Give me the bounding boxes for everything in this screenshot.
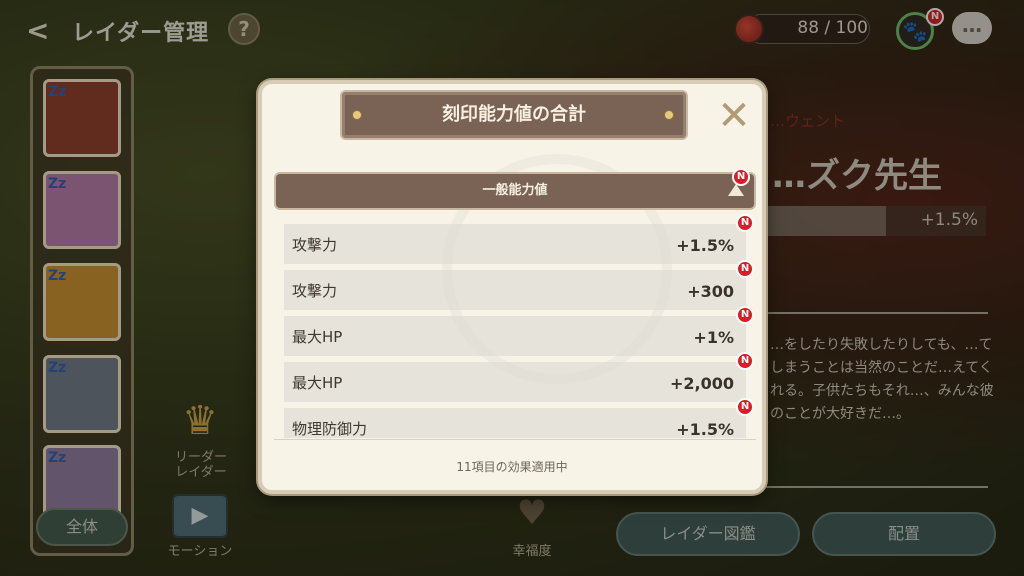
stat-row: 攻撃力 +1.5% bbox=[284, 224, 746, 264]
footer-divider bbox=[274, 439, 756, 440]
new-badge: N bbox=[736, 398, 754, 416]
effects-applied-count: 11項目の効果適用中 bbox=[456, 460, 568, 474]
stat-value: +1.5% bbox=[676, 236, 734, 255]
close-icon[interactable]: ✕ bbox=[714, 96, 754, 136]
stat-value: +2,000 bbox=[669, 374, 734, 393]
new-badge: N bbox=[732, 168, 750, 186]
section-title: 一般能力値 bbox=[482, 183, 548, 198]
stat-value: +300 bbox=[687, 282, 734, 301]
stat-row: 最大HP +1% bbox=[284, 316, 746, 356]
stat-name: 物理防御力 bbox=[292, 420, 368, 438]
stats-list[interactable]: 攻撃力 +1.5% 攻撃力 +300 最大HP +1% 最大HP +2,000 … bbox=[274, 218, 756, 438]
stat-value: +1.5% bbox=[676, 420, 734, 438]
stat-name: 攻撃力 bbox=[292, 282, 338, 300]
stat-row: 最大HP +2,000 bbox=[284, 362, 746, 402]
general-stats-section-header[interactable]: 一般能力値 bbox=[274, 172, 756, 210]
modal-header: 刻印能力値の合計 bbox=[342, 92, 686, 138]
new-badge: N bbox=[736, 214, 754, 232]
engraving-stats-modal: 刻印能力値の合計 ✕ 一般能力値 N 攻撃力 +1.5% 攻撃力 +300 最大… bbox=[258, 80, 766, 494]
modal-title: 刻印能力値の合計 bbox=[442, 104, 586, 125]
stat-value: +1% bbox=[693, 328, 734, 347]
stat-row: 物理防御力 +1.5% bbox=[284, 408, 746, 438]
new-badge: N bbox=[736, 352, 754, 370]
stat-name: 最大HP bbox=[292, 374, 343, 392]
new-badge: N bbox=[736, 260, 754, 278]
stat-name: 攻撃力 bbox=[292, 236, 338, 254]
stat-row: 攻撃力 +300 bbox=[284, 270, 746, 310]
stat-name: 最大HP bbox=[292, 328, 343, 346]
new-badge: N bbox=[736, 306, 754, 324]
